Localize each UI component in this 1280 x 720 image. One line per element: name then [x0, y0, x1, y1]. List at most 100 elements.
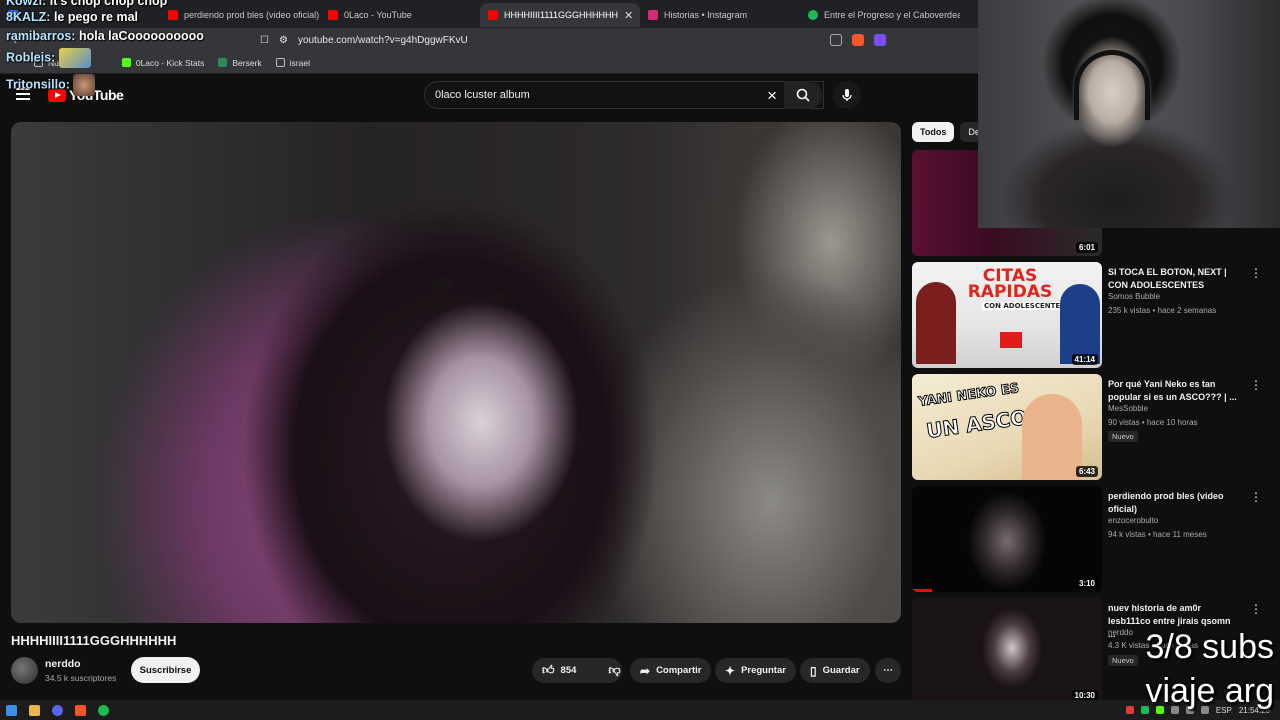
like-button[interactable]: 👍︎ 854 [532, 658, 586, 683]
youtube-favicon-icon [328, 10, 338, 20]
omnibox[interactable]: ☐ ⚙ youtube.com/watch?v=g4hDggwFKvU [260, 31, 900, 49]
spotify-favicon-icon [808, 10, 818, 20]
chat-text: it's chop chop chop [49, 0, 168, 8]
save-button[interactable]: ▯ Guardar [800, 658, 870, 683]
channel-avatar[interactable] [11, 657, 38, 684]
bookmark-item[interactable]: 0Laco - Kick Stats [121, 58, 204, 68]
spotify-icon[interactable] [98, 704, 109, 716]
brave-icon[interactable] [75, 704, 86, 716]
browser-tab[interactable]: 0Laco - YouTube [320, 3, 480, 27]
recommended-meta: 94 k vistas • hace 11 meses [1108, 530, 1207, 539]
recommended-video[interactable]: 3:10 perdiendo prod bles (video oficial)… [912, 486, 1262, 592]
voice-search-button[interactable] [833, 81, 861, 109]
chat-user: Tritonsillo: [6, 77, 70, 92]
folder-icon [275, 58, 285, 67]
tab-label: perdiendo prod bles (video oficial) [184, 10, 320, 20]
recommended-channel[interactable]: enzocerobulto [1108, 516, 1158, 525]
taskbar: ESP 21:54:28 [0, 700, 1280, 720]
recommended-title[interactable]: SI TOCA EL BOTON, NEXT | CON ADOLESCENTE… [1108, 266, 1238, 292]
chat-message: ramibarros: hola laCoooooooooo [6, 29, 204, 43]
video-thumbnail[interactable]: 10:30 [912, 598, 1102, 704]
chip-todos[interactable]: Todos [912, 122, 955, 142]
browser-tab[interactable]: Historias • Instagram [640, 3, 800, 27]
ask-button[interactable]: ✦ Preguntar [715, 658, 796, 683]
more-icon: ⋯ [883, 665, 893, 676]
bookmark-star-icon[interactable]: ☐ [260, 35, 269, 46]
thumbnail-caption: YANI NEKO ES [917, 381, 1021, 411]
recommended-video[interactable]: YANI NEKO ES UN ASCO 6:43 Por qué Yani N… [912, 374, 1262, 480]
video-frame-detail [431, 277, 453, 291]
tab-close-icon[interactable]: ✕ [624, 9, 633, 22]
cast-icon[interactable] [830, 34, 842, 46]
bookmarks-bar: Nuev 0Laco - Kick Stats Berserk israel [0, 52, 978, 74]
search-button[interactable] [784, 81, 822, 109]
video-player[interactable] [11, 122, 901, 623]
video-thumbnail[interactable]: 3:10 [912, 486, 1102, 592]
thumbnail-figure [916, 282, 956, 364]
chat-user: Robleis: [6, 50, 56, 65]
tab-label: Entre el Progreso y el Caboverdean [824, 10, 960, 20]
recommended-channel[interactable]: MesSobble [1108, 404, 1148, 413]
duration-badge: 6:01 [1075, 242, 1098, 253]
bookmark-label: Berserk [232, 57, 262, 68]
video-title: HHHHIIII1111GGGHHHHHH [11, 633, 177, 648]
recommended-title[interactable]: perdiendo prod bles (video oficial) [1108, 490, 1238, 516]
recommended-meta: 90 vistas • hace 10 horas [1108, 418, 1198, 427]
recommended-title[interactable]: Por qué Yani Neko es tan popular si es u… [1108, 378, 1238, 404]
recommended-channel[interactable]: Somos Bubble [1108, 292, 1160, 301]
browser-tab[interactable]: perdiendo prod bles (video oficial) [160, 3, 320, 27]
video-thumbnail[interactable]: YANI NEKO ES UN ASCO 6:43 [912, 374, 1102, 480]
thumbnail-button-shape [1000, 332, 1022, 348]
discord-icon[interactable] [52, 704, 63, 716]
chat-text: hola laCoooooooooo [78, 29, 204, 43]
microphone-icon [842, 89, 852, 101]
duration-badge: 41:14 [1071, 354, 1098, 365]
more-vert-icon[interactable]: ⋮ [1250, 378, 1262, 392]
youtube-header: YouTube 0laco lcuster album × [0, 74, 978, 118]
chat-emote [73, 74, 96, 96]
more-vert-icon[interactable]: ⋮ [1250, 490, 1262, 504]
more-vert-icon[interactable]: ⋮ [1250, 602, 1262, 616]
brave-rewards-icon[interactable] [874, 34, 886, 46]
thumbnail-figure [1022, 394, 1082, 480]
search-query[interactable]: 0laco lcuster album [435, 89, 530, 101]
channel-name[interactable]: nerddo [45, 658, 81, 670]
url-text[interactable]: youtube.com/watch?v=g4hDggwFKvU [298, 35, 468, 46]
dislike-button[interactable]: 👎︎ [598, 658, 630, 683]
kick-icon [121, 58, 131, 67]
search-input[interactable]: 0laco lcuster album × [424, 81, 824, 109]
video-thumbnail[interactable]: CITAS RAPIDAS CON ADOLESCENTES 41:14 [912, 262, 1102, 368]
subscribe-button[interactable]: Suscribirse [131, 657, 200, 683]
youtube-favicon-icon [168, 10, 178, 20]
recommended-channel[interactable]: nerddo [1108, 628, 1133, 637]
more-vert-icon[interactable]: ⋮ [1250, 266, 1262, 280]
bookmark-item[interactable]: israel [275, 57, 310, 68]
bookmark-item[interactable]: Berserk [218, 57, 262, 68]
filter-chips: Todos De [912, 122, 988, 142]
new-badge: Nuevo [1108, 431, 1138, 442]
thumbnail-subcaption: UN ASCO [924, 405, 1029, 444]
chat-emote [58, 48, 91, 68]
tab-label: 0Laco - YouTube [344, 10, 412, 20]
share-button[interactable]: ➦ Compartir [630, 658, 712, 683]
streamer-webcam [978, 0, 1280, 228]
site-info-icon[interactable]: ⚙ [279, 35, 288, 46]
thumbnail-figure [1060, 284, 1100, 364]
file-explorer-icon[interactable] [29, 704, 40, 716]
brave-shield-icon[interactable] [852, 34, 864, 46]
browser-tab[interactable]: Entre el Progreso y el Caboverdean [800, 3, 960, 27]
windows-start-icon[interactable] [6, 704, 17, 716]
chat-message: Kowzi: it's chop chop chop [6, 0, 167, 8]
more-actions-button[interactable]: ⋯ [875, 658, 901, 683]
share-icon: ➦ [640, 663, 651, 678]
browser-tab-active[interactable]: HHHHIIII1111GGGHHHHHH ✕ [480, 3, 640, 27]
recommended-video[interactable]: CITAS RAPIDAS CON ADOLESCENTES 41:14 SI … [912, 262, 1262, 368]
bookmark-label: israel [289, 57, 310, 68]
tray-icon[interactable] [1125, 706, 1134, 714]
thumbnail-caption: CITAS RAPIDAS [967, 266, 1053, 302]
chat-user: ramibarros: [6, 29, 76, 43]
clear-search-icon[interactable]: × [767, 86, 777, 106]
chat-user: 8KALZ: [6, 10, 51, 24]
search-icon [796, 88, 810, 102]
tab-label: Historias • Instagram [664, 10, 748, 20]
